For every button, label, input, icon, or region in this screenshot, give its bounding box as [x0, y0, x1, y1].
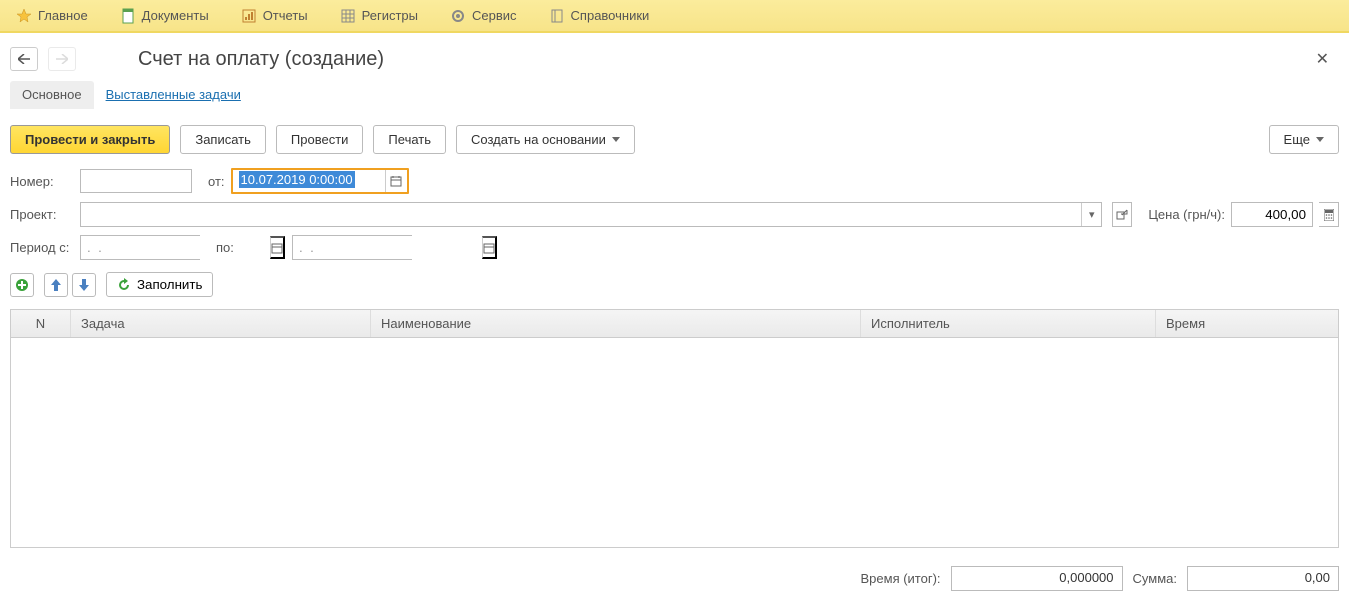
- refresh-icon: [117, 278, 131, 292]
- totals-row: Время (итог): 0,000000 Сумма: 0,00: [0, 548, 1349, 601]
- tab-main[interactable]: Основное: [10, 81, 94, 109]
- from-label: от:: [208, 174, 225, 189]
- post-and-close-button[interactable]: Провести и закрыть: [10, 125, 170, 154]
- row-number: Номер: от: 10.07.2019 0:00:00: [0, 164, 1349, 198]
- menu-label: Документы: [142, 8, 209, 23]
- add-row-button[interactable]: [10, 273, 34, 297]
- menu-label: Регистры: [362, 8, 418, 23]
- menu-catalogs[interactable]: Справочники: [543, 4, 656, 28]
- chevron-down-icon: [1316, 137, 1324, 142]
- arrow-left-icon: [18, 54, 30, 64]
- menu-documents[interactable]: Документы: [114, 4, 215, 28]
- project-input-wrap: ▾: [80, 202, 1102, 227]
- arrow-up-icon: [51, 279, 61, 291]
- document-icon: [120, 8, 136, 24]
- fill-label: Заполнить: [137, 277, 202, 292]
- gear-icon: [450, 8, 466, 24]
- print-button[interactable]: Печать: [373, 125, 446, 154]
- top-menubar: Главное Документы Отчеты Регистры Сервис…: [0, 0, 1349, 33]
- period-to-picker[interactable]: [482, 236, 497, 259]
- col-exec[interactable]: Исполнитель: [861, 310, 1156, 337]
- number-label: Номер:: [10, 174, 74, 189]
- calendar-icon: [390, 175, 402, 187]
- col-time[interactable]: Время: [1156, 310, 1338, 337]
- row-project: Проект: ▾ Цена (грн/ч):: [0, 198, 1349, 231]
- menu-registers[interactable]: Регистры: [334, 4, 424, 28]
- sum-label: Сумма:: [1133, 571, 1177, 586]
- project-label: Проект:: [10, 207, 74, 222]
- row-period: Период с: по:: [0, 231, 1349, 264]
- move-up-button[interactable]: [44, 273, 68, 297]
- arrow-down-icon: [79, 279, 89, 291]
- grid-toolbar: Заполнить: [0, 264, 1349, 305]
- grid-header: N Задача Наименование Исполнитель Время: [11, 310, 1338, 338]
- price-label: Цена (грн/ч):: [1148, 207, 1225, 222]
- sum-value: 0,00: [1187, 566, 1339, 591]
- book-icon: [549, 8, 565, 24]
- grid-body[interactable]: [11, 338, 1338, 548]
- menu-label: Отчеты: [263, 8, 308, 23]
- col-n[interactable]: N: [11, 310, 71, 337]
- menu-label: Справочники: [571, 8, 650, 23]
- period-to-label: по:: [216, 240, 280, 255]
- close-button[interactable]: ✕: [1312, 45, 1333, 73]
- post-button[interactable]: Провести: [276, 125, 364, 154]
- menu-label: Главное: [38, 8, 88, 23]
- period-from-label: Период с:: [10, 240, 74, 255]
- forward-button[interactable]: [48, 47, 76, 71]
- col-name[interactable]: Наименование: [371, 310, 861, 337]
- fill-button[interactable]: Заполнить: [106, 272, 213, 297]
- menu-label: Сервис: [472, 8, 517, 23]
- tab-tasks[interactable]: Выставленные задачи: [94, 81, 253, 109]
- report-icon: [241, 8, 257, 24]
- more-button[interactable]: Еще: [1269, 125, 1339, 154]
- project-input[interactable]: [81, 203, 1081, 226]
- tasks-grid: N Задача Наименование Исполнитель Время: [10, 309, 1339, 548]
- date-value-selected: 10.07.2019 0:00:00: [239, 171, 355, 188]
- price-input[interactable]: [1231, 202, 1313, 227]
- price-calc-button[interactable]: [1319, 202, 1339, 227]
- create-based-label: Создать на основании: [471, 132, 606, 147]
- number-input[interactable]: [80, 169, 192, 193]
- plus-circle-icon: [15, 278, 29, 292]
- period-to-input[interactable]: [293, 236, 482, 259]
- page-title: Счет на оплату (создание): [138, 48, 384, 71]
- toolbar: Провести и закрыть Записать Провести Печ…: [0, 109, 1349, 164]
- time-total-value: 0,000000: [951, 566, 1123, 591]
- star-icon: [16, 8, 32, 24]
- tabs: Основное Выставленные задачи: [0, 81, 1349, 109]
- period-from-wrap: [80, 235, 200, 260]
- chevron-down-icon: [612, 137, 620, 142]
- back-button[interactable]: [10, 47, 38, 71]
- grid-icon: [340, 8, 356, 24]
- calendar-icon: [483, 242, 495, 254]
- time-total-label: Время (итог):: [861, 571, 941, 586]
- project-open-button[interactable]: [1112, 202, 1132, 227]
- menu-main[interactable]: Главное: [10, 4, 94, 28]
- menu-service[interactable]: Сервис: [444, 4, 523, 28]
- nav-row: Счет на оплату (создание) ✕: [0, 33, 1349, 81]
- save-button[interactable]: Записать: [180, 125, 266, 154]
- period-to-wrap: [292, 235, 412, 260]
- menu-reports[interactable]: Отчеты: [235, 4, 314, 28]
- date-input[interactable]: 10.07.2019 0:00:00: [233, 170, 385, 192]
- arrow-right-icon: [56, 54, 68, 64]
- create-based-button[interactable]: Создать на основании: [456, 125, 635, 154]
- open-ref-icon: [1116, 209, 1128, 221]
- date-field-wrap: 10.07.2019 0:00:00: [231, 168, 409, 194]
- project-dropdown-button[interactable]: ▾: [1081, 203, 1101, 226]
- calculator-icon: [1324, 209, 1334, 221]
- col-task[interactable]: Задача: [71, 310, 371, 337]
- date-picker-button[interactable]: [385, 170, 407, 192]
- more-label: Еще: [1284, 132, 1310, 147]
- move-down-button[interactable]: [72, 273, 96, 297]
